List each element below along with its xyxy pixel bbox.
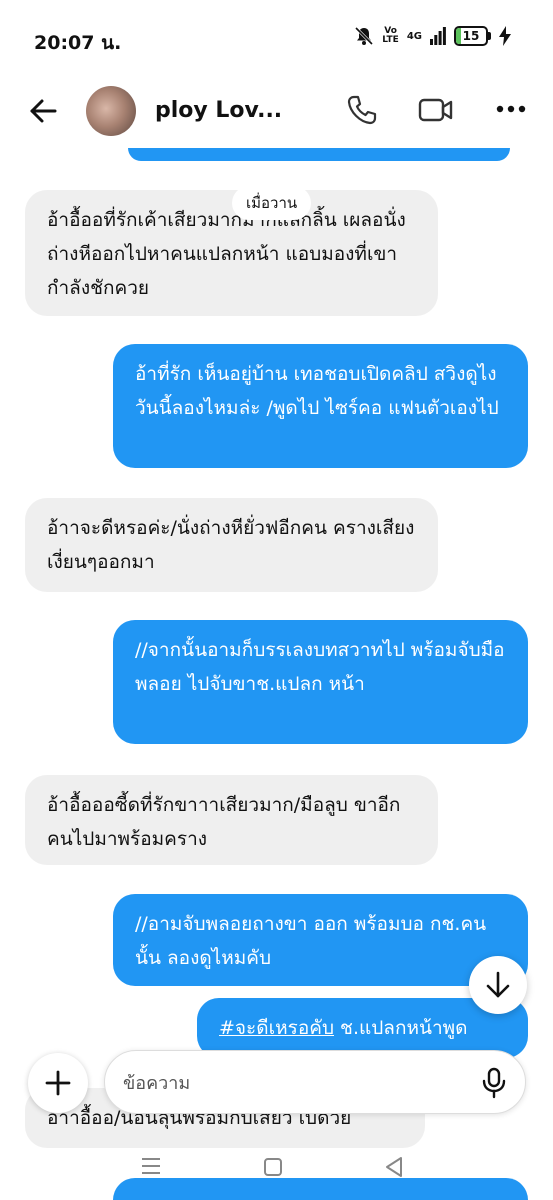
incoming-message[interactable]: อ้าอื้ออที่รักเค้าเสียวมากมากแลกลิ้น เผล… (25, 190, 438, 316)
home-icon[interactable] (263, 1157, 283, 1177)
signal-icon (430, 27, 446, 45)
arrow-down-icon (486, 971, 510, 998)
message-input-box[interactable] (104, 1050, 526, 1114)
back-arrow-icon[interactable] (28, 96, 58, 126)
mute-bell-icon (355, 26, 374, 46)
battery-level: 15 (462, 29, 480, 43)
outgoing-message[interactable]: อ้าที่รัก เห็นอยู่บ้าน เทอชอบเปิดคลิป สว… (113, 344, 528, 468)
plus-icon (45, 1070, 71, 1096)
avatar[interactable] (86, 86, 136, 136)
system-nav-bar (0, 1140, 553, 1200)
outgoing-message[interactable]: //จากนั้นอามก็บรรเลงบทสวาทไป พร้อมจับมือ… (113, 620, 528, 744)
charging-icon (499, 26, 511, 46)
video-call-icon[interactable] (418, 94, 454, 126)
phone-call-icon[interactable] (346, 94, 378, 126)
scroll-to-bottom-button[interactable] (469, 956, 527, 1014)
status-time: 20:07 น. (34, 32, 122, 54)
date-separator: เมื่อวาน (232, 186, 312, 220)
volte-bottom: LTE (382, 35, 399, 45)
battery-body: 15 (454, 26, 488, 46)
microphone-icon[interactable] (481, 1067, 507, 1099)
add-attachment-button[interactable] (28, 1053, 88, 1113)
recent-apps-icon[interactable] (140, 1156, 162, 1176)
nav-back-icon[interactable] (384, 1156, 404, 1178)
contact-name[interactable]: ploy Lov... (155, 98, 282, 123)
incoming-message[interactable]: อ้าอื้อออซี้ดที่รักขาาาเสียวมาก/มือลูบ ข… (25, 775, 438, 865)
message-input[interactable] (123, 1065, 463, 1101)
more-options-icon[interactable] (496, 104, 526, 114)
composer (0, 1040, 553, 1124)
network-type: 4G (406, 30, 422, 42)
status-bar: 20:07 น. Vo LTE 4G 15 (0, 0, 553, 78)
battery-icon: 15 (454, 26, 491, 46)
battery-fill (456, 28, 461, 44)
incoming-message[interactable]: อ้าาจะดีหรอค่ะ/นั่งถ่างหียั่วฟอีกคน คราง… (25, 498, 438, 592)
message-text: ช.แปลกหน้าพูด (334, 1017, 468, 1039)
hashtag-link[interactable]: #จะดีเหรอคับ (219, 1017, 334, 1039)
volte-indicator: Vo LTE (382, 27, 399, 45)
previous-outgoing-bubble (128, 148, 510, 161)
status-icons: Vo LTE 4G 15 (354, 26, 511, 46)
chat-header: ploy Lov... (0, 78, 553, 148)
outgoing-message[interactable]: //อามจับพลอยถางขา ออก พร้อมบอ กช.คนนั้น … (113, 894, 528, 986)
battery-tip (488, 32, 491, 40)
